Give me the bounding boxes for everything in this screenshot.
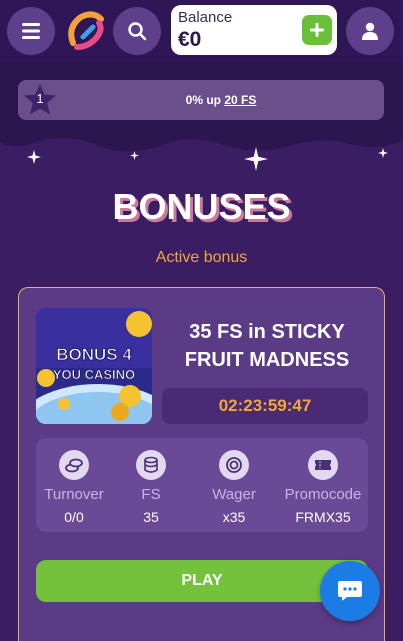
bonus-image-line2: YOU CASINO [53,367,135,382]
bonus-image: BONUS 4 YOU CASINO [36,308,152,424]
bonus-timer: 02:23:59:47 [162,388,368,424]
level-progress-bar[interactable]: 1 0% up 20 FS [18,80,384,120]
progress-text: 0% up [185,93,225,107]
sparkle-icon [130,151,139,160]
coin-stack-icon [136,450,166,480]
search-icon [128,22,147,41]
stat-label: Wager [212,486,256,503]
sparkle-icon [244,147,268,171]
level-number: 1 [36,91,44,106]
level-progress-text: 0% up 20 FS [58,93,384,107]
bonus-title: 35 FS in STICKY FRUIT MADNESS [161,318,373,374]
stat-label: Promocode [284,486,362,503]
balance-value: €0 [178,28,202,51]
sparkle-icon [378,148,388,158]
bonus-image-line1: BONUS 4 [56,345,132,364]
stat-wager: Wager x35 [194,450,274,525]
chat-button[interactable] [320,561,380,621]
balance-label: Balance [178,9,233,26]
profile-button[interactable] [346,7,394,55]
wager-icon [219,450,249,480]
stat-value: 35 [143,509,159,525]
balance-widget[interactable]: Balance €0 [171,5,337,55]
play-button[interactable]: PLAY [36,560,368,602]
stat-turnover: Turnover 0/0 [34,450,114,525]
stat-label: FS [141,486,161,503]
stat-label: Turnover [44,486,104,503]
cloud-divider [0,130,403,152]
hamburger-icon [22,23,40,39]
section-subtitle: Active bonus [155,249,248,266]
progress-link[interactable]: 20 FS [224,93,256,107]
plus-icon [310,23,324,37]
sparkle-icon [27,150,41,164]
chat-icon [338,581,362,601]
casino-logo[interactable] [63,7,111,55]
stat-value: 0/0 [64,509,84,525]
bonus-title-line2: FRUIT MADNESS [184,349,350,371]
coins-icon [59,450,89,480]
bonus-stats: Turnover 0/0 FS 35 Wager x35 Promocode F… [36,438,368,532]
top-header: Balance €0 [0,0,403,62]
menu-button[interactable] [7,7,55,55]
ticket-icon [308,450,338,480]
bonus-title-line1: 35 FS in STICKY [189,321,345,343]
stat-value: FRMX35 [295,509,351,525]
page-title: BONUSES [112,186,291,227]
stat-value: x35 [222,509,246,525]
stat-promocode: Promocode FRMX35 [283,450,363,525]
user-icon [362,22,378,40]
search-button[interactable] [113,7,161,55]
stat-fs: FS 35 [111,450,191,525]
deposit-button[interactable] [302,15,332,45]
